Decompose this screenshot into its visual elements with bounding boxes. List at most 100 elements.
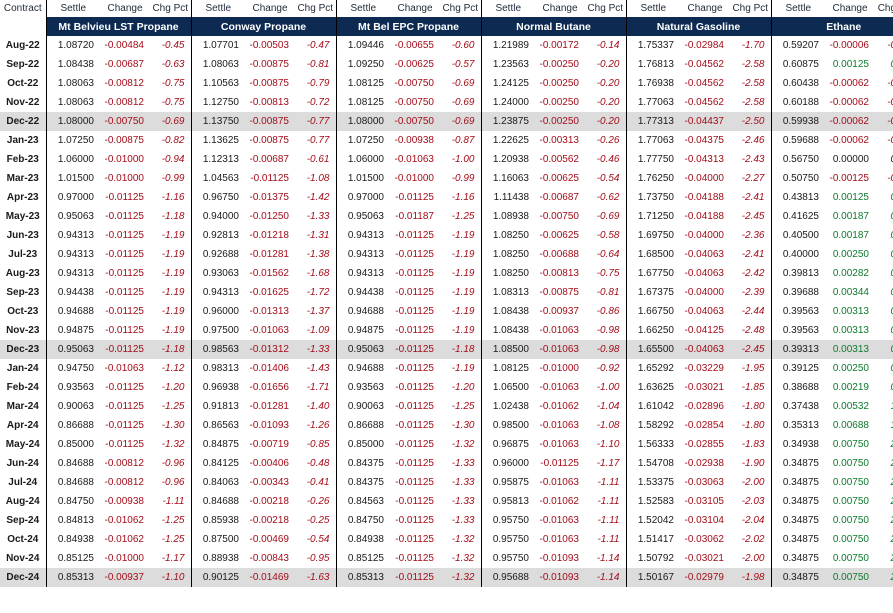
- contract-header[interactable]: Contract: [0, 0, 46, 17]
- settle-cell: 1.08063: [190, 55, 245, 74]
- chg-pct-cell: -1.17: [161, 553, 185, 564]
- chg-pct-cell: 0.80: [875, 340, 893, 359]
- settle-cell: 0.95813: [480, 492, 535, 511]
- change-cell: -0.01063: [539, 420, 579, 431]
- chg-pct-header[interactable]: Chg Pct: [585, 0, 626, 17]
- chg-pct-header[interactable]: Chg Pct: [875, 0, 893, 17]
- change-cell: -0.00875: [104, 135, 144, 146]
- change-header[interactable]: Change: [390, 0, 440, 17]
- table-row[interactable]: Oct-22 1.08063 -0.00812 -0.75 1.10563 -0.0087…: [0, 74, 893, 93]
- change-cell: -0.00937: [539, 306, 579, 317]
- table-row[interactable]: Jan-24 0.94750 -0.01063 -1.12 0.98313 -0.0140…: [0, 359, 893, 378]
- settle-cell: 1.09446: [335, 36, 390, 55]
- chg-pct-cell: 0.21: [875, 55, 893, 74]
- settle-header[interactable]: Settle: [625, 0, 680, 17]
- chg-pct-cell: -0.14: [596, 40, 620, 51]
- chg-pct-cell: -2.46: [741, 135, 765, 146]
- change-cell: -0.01093: [535, 568, 585, 587]
- table-row[interactable]: Nov-24 0.85125 -0.01000 -1.17 0.88938 -0.0084…: [0, 549, 893, 568]
- table-row[interactable]: Sep-23 0.94438 -0.01125 -1.19 0.94313 -0.0162…: [0, 283, 893, 302]
- table-row[interactable]: Feb-23 1.06000 -0.01000 -0.94 1.12313 -0.0068…: [0, 150, 893, 169]
- table-row[interactable]: May-24 0.85000 -0.01125 -1.32 0.84875 -0.0071…: [0, 435, 893, 454]
- change-cell: 0.00313: [832, 306, 869, 317]
- chg-pct-header[interactable]: Chg Pct: [440, 0, 481, 17]
- table-row[interactable]: Apr-23 0.97000 -0.01125 -1.16 0.96750 -0.0137…: [0, 188, 893, 207]
- table-row[interactable]: Nov-23 0.94875 -0.01125 -1.19 0.97500 -0.0106…: [0, 321, 893, 340]
- table-row[interactable]: Sep-24 0.84813 -0.01062 -1.25 0.85938 -0.0021…: [0, 511, 893, 530]
- settle-cell: 0.95875: [480, 473, 535, 492]
- change-cell: 0.00125: [832, 192, 869, 203]
- change-cell: -0.01656: [249, 382, 289, 393]
- change-cell: -0.04562: [684, 78, 724, 89]
- change-cell: -0.00469: [249, 534, 289, 545]
- table-row[interactable]: Mar-24 0.90063 -0.01125 -1.25 0.91813 -0.0128…: [0, 397, 893, 416]
- change-header[interactable]: Change: [680, 0, 730, 17]
- table-row[interactable]: Oct-23 0.94688 -0.01125 -1.19 0.96000 -0.0131…: [0, 302, 893, 321]
- settle-header[interactable]: Settle: [770, 0, 825, 17]
- chg-pct-cell: -1.33: [295, 340, 336, 359]
- chg-pct-header[interactable]: Chg Pct: [730, 0, 771, 17]
- table-row[interactable]: Jan-23 1.07250 -0.00875 -0.82 1.13625 -0.0087…: [0, 131, 893, 150]
- table-row[interactable]: Apr-24 0.86688 -0.01125 -1.30 0.86563 -0.0109…: [0, 416, 893, 435]
- contract-month: Jun-24: [6, 458, 39, 469]
- settle-cell: 0.96000: [480, 454, 535, 473]
- table-row[interactable]: Aug-23 0.94313 -0.01125 -1.19 0.93063 -0.0156…: [0, 264, 893, 283]
- table-row[interactable]: Jun-23 0.94313 -0.01125 -1.19 0.92813 -0.0121…: [0, 226, 893, 245]
- chg-pct-cell: -1.37: [306, 306, 330, 317]
- chg-pct-cell: -0.86: [596, 306, 620, 317]
- table-row[interactable]: May-23 0.95063 -0.01125 -1.18 0.94000 -0.0125…: [0, 207, 893, 226]
- settle-cell: 1.67750: [625, 264, 680, 283]
- chg-pct-cell: -1.42: [306, 192, 330, 203]
- chg-pct-cell: -1.11: [597, 496, 620, 507]
- chg-pct-cell: -2.39: [741, 287, 765, 298]
- table-row[interactable]: Jul-23 0.94313 -0.01125 -1.19 0.92688 -0.0128…: [0, 245, 893, 264]
- settle-header[interactable]: Settle: [45, 0, 100, 17]
- change-header[interactable]: Change: [535, 0, 585, 17]
- change-cell: -0.04562: [684, 97, 724, 108]
- settle-cell: 0.84688: [45, 473, 100, 492]
- chg-pct-header[interactable]: Chg Pct: [295, 0, 336, 17]
- chg-pct-cell: 1.95: [875, 416, 893, 435]
- change-cell: -0.01125: [105, 287, 144, 298]
- chg-pct-cell: -2.45: [730, 340, 771, 359]
- change-cell: -0.01281: [249, 401, 289, 412]
- settle-header[interactable]: Settle: [190, 0, 245, 17]
- table-row[interactable]: Jun-24 0.84688 -0.00812 -0.96 0.84125 -0.0040…: [0, 454, 893, 473]
- table-row[interactable]: Nov-22 1.08063 -0.00812 -0.75 1.12750 -0.0081…: [0, 93, 893, 112]
- chg-pct-cell: -0.20: [596, 97, 620, 108]
- settle-cell: 1.63625: [625, 378, 680, 397]
- change-cell: -0.00875: [539, 287, 579, 298]
- settle-cell: 1.76813: [625, 55, 680, 74]
- settle-cell: 1.08125: [335, 74, 390, 93]
- change-header[interactable]: Change: [245, 0, 295, 17]
- change-cell: 0.00187: [832, 211, 869, 222]
- chg-pct-cell: -1.43: [306, 363, 330, 374]
- change-cell: -0.01125: [395, 363, 434, 374]
- table-row[interactable]: Sep-22 1.08438 -0.00687 -0.63 1.08063 -0.0087…: [0, 55, 893, 74]
- change-cell: -0.00812: [104, 458, 144, 469]
- settle-cell: 0.34875: [770, 492, 825, 511]
- chg-pct-cell: 2.15: [875, 435, 893, 454]
- table-row[interactable]: Mar-23 1.01500 -0.01000 -0.99 1.04563 -0.0112…: [0, 169, 893, 188]
- change-header[interactable]: Change: [825, 0, 875, 17]
- chg-pct-cell: -0.75: [161, 78, 185, 89]
- settle-cell: 1.20938: [480, 150, 535, 169]
- table-row[interactable]: Dec-24 0.85313 -0.00937 -1.10 0.90125 -0.0146…: [0, 568, 893, 587]
- table-row[interactable]: Jul-24 0.84688 -0.00812 -0.96 0.84063 -0.0034…: [0, 473, 893, 492]
- settle-header[interactable]: Settle: [480, 0, 535, 17]
- chg-pct-header[interactable]: Chg Pct: [150, 0, 191, 17]
- table-row[interactable]: Oct-24 0.84938 -0.01062 -1.25 0.87500 -0.0046…: [0, 530, 893, 549]
- change-header[interactable]: Change: [100, 0, 150, 17]
- settle-cell: 0.94438: [335, 283, 390, 302]
- table-row[interactable]: Aug-22 1.08720 -0.00484 -0.45 1.07701 -0.0050…: [0, 36, 893, 55]
- table-row[interactable]: Feb-24 0.93563 -0.01125 -1.20 0.96938 -0.0165…: [0, 378, 893, 397]
- change-cell: -0.01125: [105, 268, 144, 279]
- chg-pct-cell: -2.00: [741, 477, 765, 488]
- table-row[interactable]: Dec-23 0.95063 -0.01125 -1.18 0.98563 -0.0131…: [0, 340, 893, 359]
- change-cell: 0.00750: [825, 568, 875, 587]
- change-cell: -0.00406: [249, 458, 289, 469]
- table-row[interactable]: Dec-22 1.08000 -0.00750 -0.69 1.13750 -0.0087…: [0, 112, 893, 131]
- settle-header[interactable]: Settle: [335, 0, 390, 17]
- chg-pct-cell: -0.46: [596, 154, 620, 165]
- table-row[interactable]: Aug-24 0.84750 -0.00938 -1.11 0.84688 -0.0021…: [0, 492, 893, 511]
